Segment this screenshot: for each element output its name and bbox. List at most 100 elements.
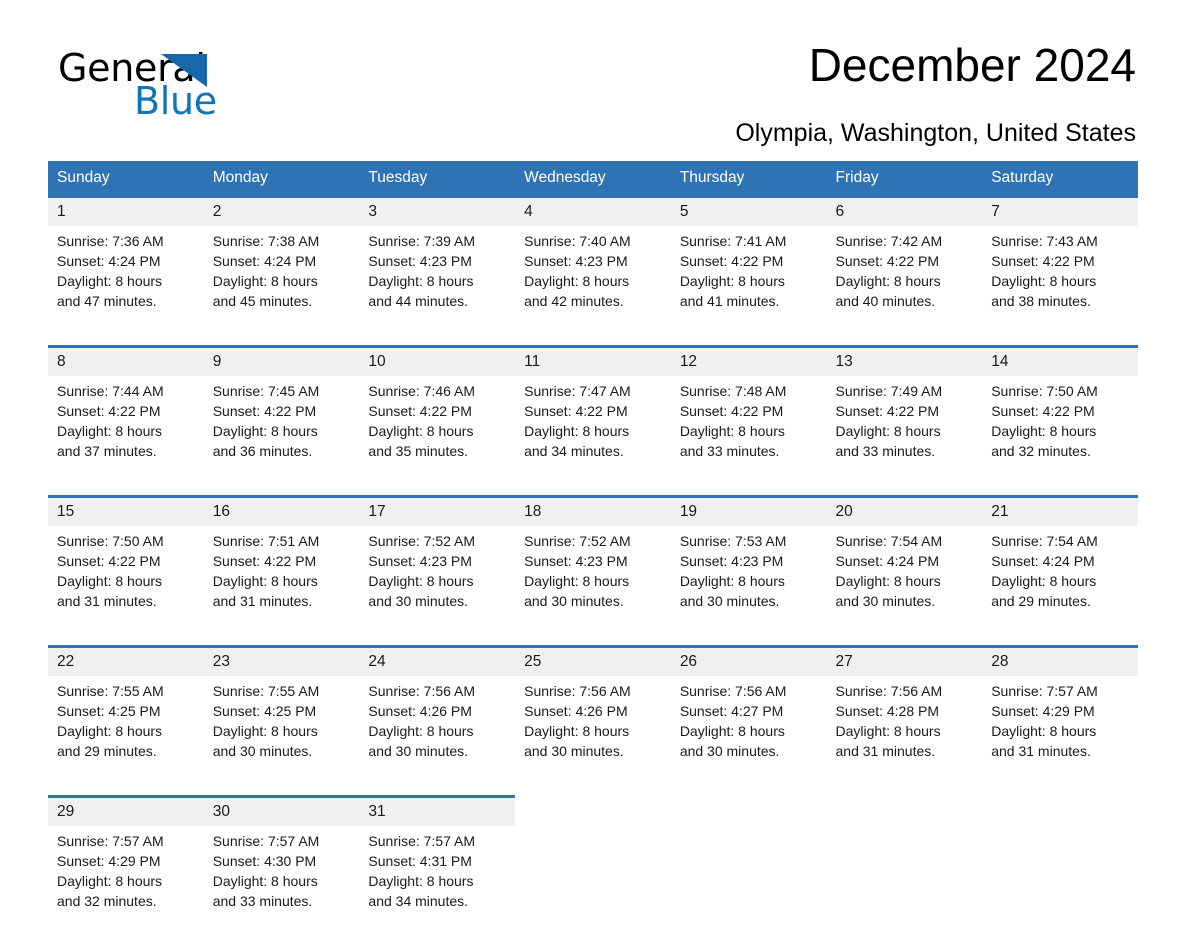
daylight-text-line1: Daylight: 8 hours <box>57 271 198 291</box>
day-details-cell: Sunrise: 7:39 AMSunset: 4:23 PMDaylight:… <box>359 226 515 335</box>
daylight-text-line2: and 30 minutes. <box>680 741 821 761</box>
sunrise-text: Sunrise: 7:50 AM <box>57 531 198 551</box>
day-details-cell: Sunrise: 7:57 AMSunset: 4:30 PMDaylight:… <box>204 826 360 935</box>
day-number[interactable]: 30 <box>204 797 360 827</box>
day-number[interactable]: 28 <box>982 647 1138 677</box>
day-number[interactable]: 3 <box>359 197 515 227</box>
sunrise-text: Sunrise: 7:39 AM <box>368 231 509 251</box>
daylight-text-line1: Daylight: 8 hours <box>368 871 509 891</box>
sunset-text: Sunset: 4:24 PM <box>991 551 1132 571</box>
daylight-text-line1: Daylight: 8 hours <box>991 571 1132 591</box>
daylight-text-line1: Daylight: 8 hours <box>213 721 354 741</box>
day-number-empty <box>671 797 827 827</box>
sunset-text: Sunset: 4:26 PM <box>524 701 665 721</box>
daylight-text-line1: Daylight: 8 hours <box>991 421 1132 441</box>
day-number[interactable]: 23 <box>204 647 360 677</box>
day-number[interactable]: 15 <box>48 497 204 527</box>
day-number[interactable]: 22 <box>48 647 204 677</box>
sunrise-sunset-calendar-table: Sunday Monday Tuesday Wednesday Thursday… <box>48 161 1138 935</box>
week-spacer <box>48 485 1138 497</box>
generalblue-logo[interactable]: General Blue <box>58 46 388 126</box>
week-daynumber-row: 1234567 <box>48 197 1138 227</box>
day-details-cell: Sunrise: 7:56 AMSunset: 4:28 PMDaylight:… <box>827 676 983 785</box>
week-spacer <box>48 785 1138 797</box>
sunset-text: Sunset: 4:28 PM <box>836 701 977 721</box>
daylight-text-line2: and 31 minutes. <box>213 591 354 611</box>
day-number[interactable]: 24 <box>359 647 515 677</box>
daylight-text-line2: and 47 minutes. <box>57 291 198 311</box>
daylight-text-line2: and 33 minutes. <box>680 441 821 461</box>
day-details-cell: Sunrise: 7:52 AMSunset: 4:23 PMDaylight:… <box>359 526 515 635</box>
sunset-text: Sunset: 4:26 PM <box>368 701 509 721</box>
daylight-text-line1: Daylight: 8 hours <box>524 271 665 291</box>
week-spacer-cell <box>48 335 1138 347</box>
daylight-text-line2: and 30 minutes. <box>524 741 665 761</box>
daylight-text-line2: and 34 minutes. <box>368 891 509 911</box>
day-number[interactable]: 20 <box>827 497 983 527</box>
daylight-text-line2: and 35 minutes. <box>368 441 509 461</box>
day-number[interactable]: 10 <box>359 347 515 377</box>
day-details-cell: Sunrise: 7:57 AMSunset: 4:31 PMDaylight:… <box>359 826 515 935</box>
sunset-text: Sunset: 4:22 PM <box>836 251 977 271</box>
day-number[interactable]: 8 <box>48 347 204 377</box>
daylight-text-line1: Daylight: 8 hours <box>991 721 1132 741</box>
day-number[interactable]: 25 <box>515 647 671 677</box>
sunrise-text: Sunrise: 7:54 AM <box>991 531 1132 551</box>
day-number[interactable]: 4 <box>515 197 671 227</box>
day-number[interactable]: 31 <box>359 797 515 827</box>
day-number[interactable]: 1 <box>48 197 204 227</box>
day-number[interactable]: 21 <box>982 497 1138 527</box>
sunrise-text: Sunrise: 7:53 AM <box>680 531 821 551</box>
day-details-cell: Sunrise: 7:47 AMSunset: 4:22 PMDaylight:… <box>515 376 671 485</box>
day-details-empty <box>827 826 983 935</box>
day-number[interactable]: 14 <box>982 347 1138 377</box>
day-number[interactable]: 7 <box>982 197 1138 227</box>
day-number[interactable]: 29 <box>48 797 204 827</box>
day-details-cell: Sunrise: 7:55 AMSunset: 4:25 PMDaylight:… <box>204 676 360 785</box>
day-details-cell: Sunrise: 7:44 AMSunset: 4:22 PMDaylight:… <box>48 376 204 485</box>
daylight-text-line1: Daylight: 8 hours <box>680 271 821 291</box>
daylight-text-line1: Daylight: 8 hours <box>991 271 1132 291</box>
daylight-text-line1: Daylight: 8 hours <box>368 421 509 441</box>
day-number[interactable]: 9 <box>204 347 360 377</box>
sunrise-text: Sunrise: 7:36 AM <box>57 231 198 251</box>
day-number[interactable]: 11 <box>515 347 671 377</box>
sunset-text: Sunset: 4:22 PM <box>680 401 821 421</box>
day-number[interactable]: 6 <box>827 197 983 227</box>
sunset-text: Sunset: 4:23 PM <box>524 251 665 271</box>
sunset-text: Sunset: 4:25 PM <box>213 701 354 721</box>
day-number[interactable]: 13 <box>827 347 983 377</box>
daylight-text-line1: Daylight: 8 hours <box>57 571 198 591</box>
daylight-text-line2: and 37 minutes. <box>57 441 198 461</box>
day-details-cell: Sunrise: 7:56 AMSunset: 4:26 PMDaylight:… <box>359 676 515 785</box>
calendar-page: General Blue December 2024 Olympia, Wash… <box>0 0 1188 918</box>
day-number-empty <box>827 797 983 827</box>
sunset-text: Sunset: 4:29 PM <box>57 851 198 871</box>
daylight-text-line1: Daylight: 8 hours <box>680 571 821 591</box>
daylight-text-line1: Daylight: 8 hours <box>836 271 977 291</box>
daylight-text-line2: and 30 minutes. <box>213 741 354 761</box>
day-number[interactable]: 17 <box>359 497 515 527</box>
weekday-header-friday: Friday <box>827 161 983 197</box>
day-number[interactable]: 18 <box>515 497 671 527</box>
day-details-cell: Sunrise: 7:53 AMSunset: 4:23 PMDaylight:… <box>671 526 827 635</box>
day-number[interactable]: 12 <box>671 347 827 377</box>
sunset-text: Sunset: 4:27 PM <box>680 701 821 721</box>
daylight-text-line1: Daylight: 8 hours <box>368 721 509 741</box>
day-number[interactable]: 27 <box>827 647 983 677</box>
day-number[interactable]: 19 <box>671 497 827 527</box>
day-number[interactable]: 5 <box>671 197 827 227</box>
page-header: General Blue December 2024 <box>48 0 1140 112</box>
sunrise-text: Sunrise: 7:51 AM <box>213 531 354 551</box>
day-details-cell: Sunrise: 7:45 AMSunset: 4:22 PMDaylight:… <box>204 376 360 485</box>
day-number[interactable]: 2 <box>204 197 360 227</box>
daylight-text-line2: and 31 minutes. <box>57 591 198 611</box>
day-number[interactable]: 16 <box>204 497 360 527</box>
daylight-text-line2: and 32 minutes. <box>57 891 198 911</box>
day-number[interactable]: 26 <box>671 647 827 677</box>
sunrise-text: Sunrise: 7:55 AM <box>213 681 354 701</box>
sunrise-text: Sunrise: 7:52 AM <box>368 531 509 551</box>
week-detail-row: Sunrise: 7:50 AMSunset: 4:22 PMDaylight:… <box>48 526 1138 635</box>
daylight-text-line2: and 30 minutes. <box>524 591 665 611</box>
day-details-cell: Sunrise: 7:50 AMSunset: 4:22 PMDaylight:… <box>982 376 1138 485</box>
